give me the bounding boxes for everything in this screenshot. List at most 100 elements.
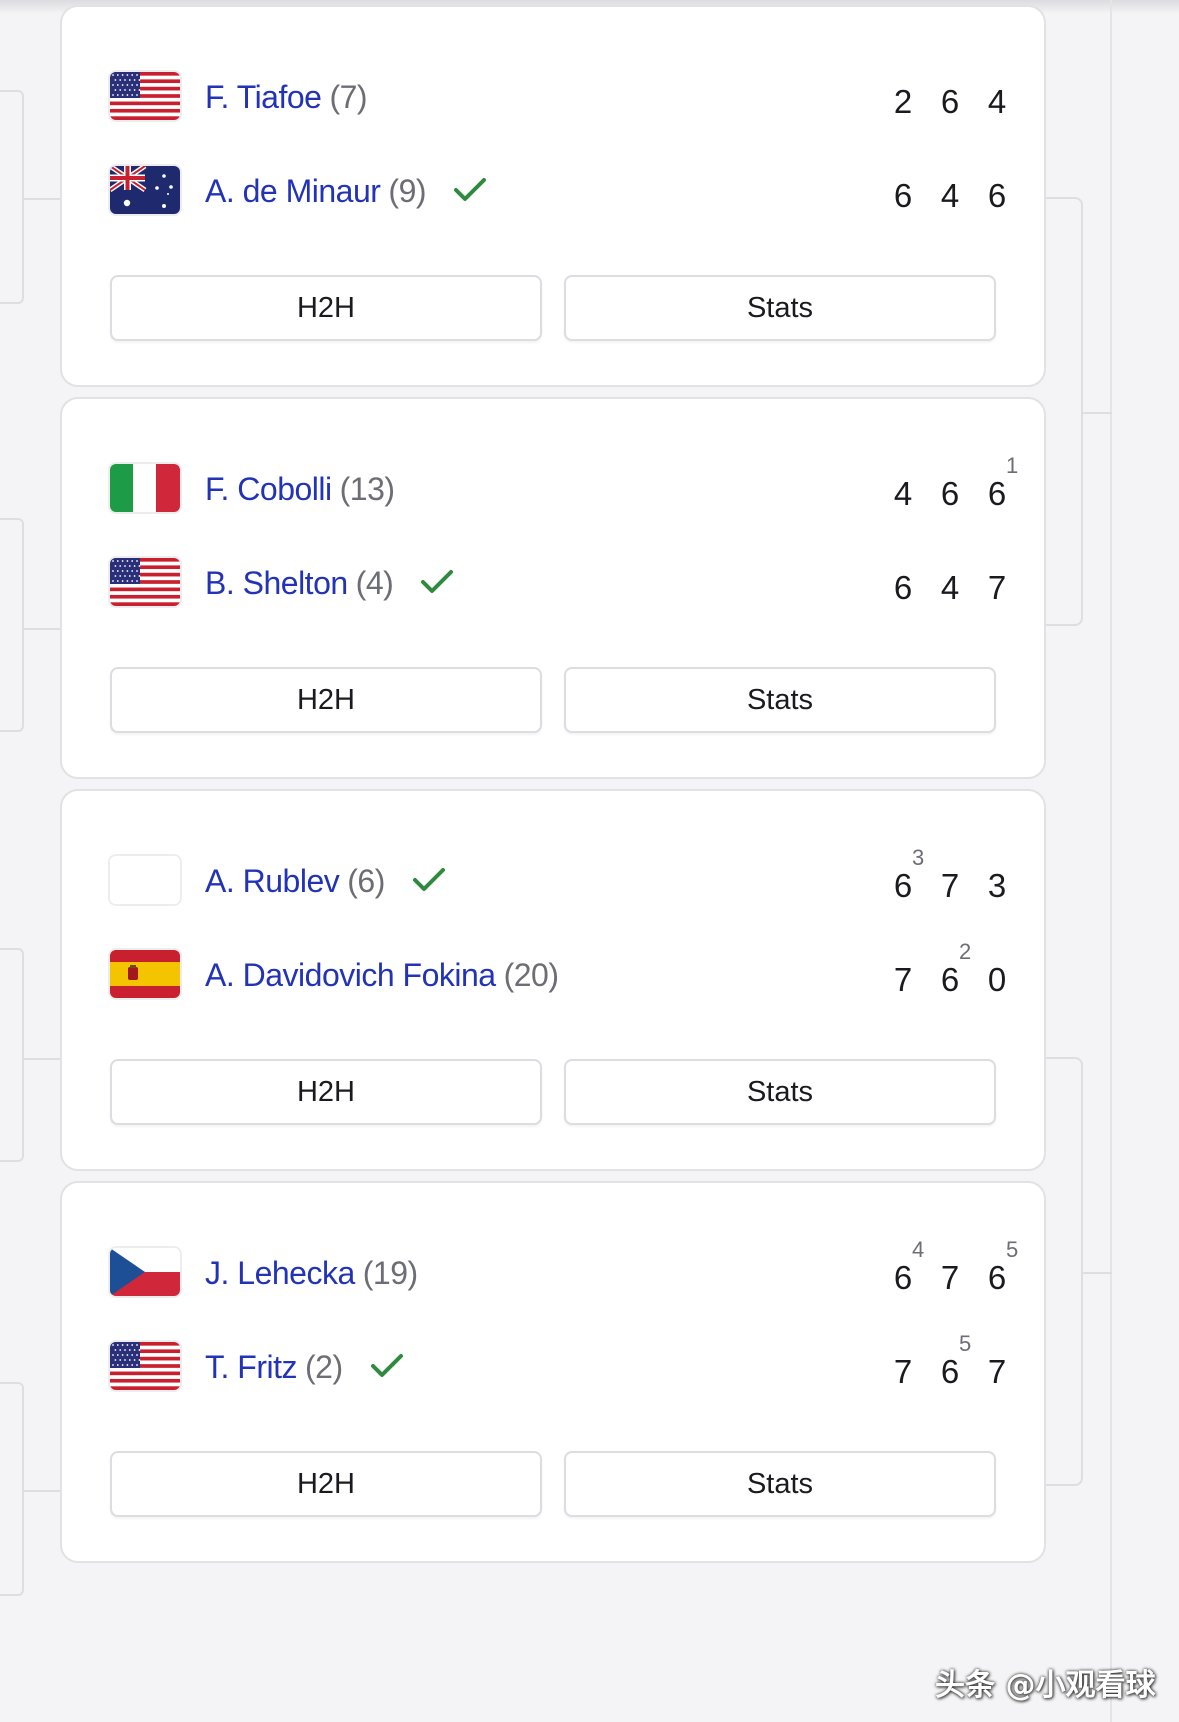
- h2h-button[interactable]: H2H: [110, 1059, 542, 1125]
- set-score: 6: [935, 475, 965, 513]
- set-games: 6: [940, 1353, 960, 1390]
- set-score: 65: [982, 1237, 1018, 1297]
- set-games: 4: [940, 177, 960, 214]
- player-name[interactable]: F. Tiafoe (7): [205, 79, 368, 116]
- watermark: 头条 @小观看球: [935, 1668, 1156, 1703]
- tiebreak-score: 5: [959, 1331, 972, 1356]
- player-row: B. Shelton (4) 6 4 7: [110, 553, 1010, 613]
- set-score: 7: [888, 1353, 918, 1391]
- stats-button[interactable]: Stats: [564, 1451, 996, 1517]
- player-row: A. de Minaur (9) 6 4 6: [110, 161, 1010, 221]
- player-name[interactable]: A. de Minaur (9): [205, 173, 488, 210]
- set-score: 4: [982, 83, 1012, 121]
- player-name[interactable]: J. Lehecka (19): [205, 1255, 418, 1292]
- player-row: F. Cobolli (13) 4 6 6 1: [110, 453, 1018, 519]
- tiebreak-score: 3: [912, 845, 925, 870]
- czech-flag: [110, 1248, 180, 1296]
- player-name-text[interactable]: B. Shelton: [205, 565, 348, 601]
- set-score: 4: [935, 177, 965, 215]
- match-card: F. Tiafoe (7) 2 6 4 A. de Minaur (9) 6 4 6 H2H Stat…: [60, 5, 1046, 387]
- set-games: 7: [987, 569, 1007, 606]
- player-row: T. Fritz (2) 7 6 5 7: [110, 1331, 1012, 1397]
- set-score: 4: [935, 569, 965, 607]
- player-seed: (9): [388, 173, 427, 209]
- player-seed: (19): [362, 1255, 418, 1291]
- h2h-button[interactable]: H2H: [110, 1451, 542, 1517]
- player-name-text[interactable]: T. Fritz: [205, 1349, 297, 1385]
- player-row: A. Rublev (6) 6 3 7 3: [110, 845, 1012, 911]
- h2h-button[interactable]: H2H: [110, 667, 542, 733]
- h2h-button[interactable]: H2H: [110, 275, 542, 341]
- set-score: 7: [888, 961, 918, 999]
- set-score: 7: [982, 569, 1012, 607]
- set-games: 4: [940, 569, 960, 606]
- set-games: 7: [940, 867, 960, 904]
- set-games: 6: [893, 867, 913, 904]
- set-score: 4: [888, 475, 918, 513]
- player-name[interactable]: T. Fritz (2): [205, 1349, 405, 1386]
- set-games: 7: [893, 961, 913, 998]
- set-games: 6: [940, 83, 960, 120]
- set-games: 6: [987, 1259, 1007, 1296]
- bracket-connector-stub: [1081, 1272, 1112, 1274]
- player-name[interactable]: A. Davidovich Fokina (20): [205, 957, 559, 994]
- set-games: 7: [987, 1353, 1007, 1390]
- set-games: 3: [987, 867, 1007, 904]
- spain-flag: [110, 950, 180, 998]
- tiebreak-score: 4: [912, 1237, 925, 1262]
- stats-button[interactable]: Stats: [564, 667, 996, 733]
- check-icon: [452, 175, 488, 205]
- player-seed: (20): [503, 957, 559, 993]
- match-card: J. Lehecka (19) 6 4 7 6 5 T. Fritz (2) 7 6 5 7 H2H Sta…: [60, 1181, 1046, 1563]
- set-games: 6: [893, 1259, 913, 1296]
- player-name-text[interactable]: F. Tiafoe: [205, 79, 322, 115]
- bracket-connector-right: [1045, 1057, 1083, 1486]
- check-icon: [419, 567, 455, 597]
- bracket-connector-left: [0, 1382, 24, 1596]
- set-score: 6: [888, 569, 918, 607]
- bracket-connector-stub: [1081, 412, 1112, 414]
- australia-flag: [110, 166, 180, 214]
- player-name-text[interactable]: A. Davidovich Fokina: [205, 957, 496, 993]
- player-seed: (4): [355, 565, 394, 601]
- bracket-connector-stub: [22, 198, 60, 200]
- player-name-text[interactable]: F. Cobolli: [205, 471, 332, 507]
- check-icon: [411, 865, 447, 895]
- set-score: 7: [935, 1259, 965, 1297]
- tiebreak-score: 5: [1006, 1237, 1019, 1262]
- set-games: 4: [987, 83, 1007, 120]
- player-name[interactable]: A. Rublev (6): [205, 863, 447, 900]
- match-card: F. Cobolli (13) 4 6 6 1 B. Shelton (4) 6 4 7 H2H Sta…: [60, 397, 1046, 779]
- player-seed: (6): [347, 863, 385, 899]
- tiebreak-score: 1: [1006, 453, 1019, 478]
- bracket-divider-line: [1110, 0, 1112, 1722]
- set-games: 6: [940, 475, 960, 512]
- match-card: A. Rublev (6) 6 3 7 3 A. Davidovich Fokina (20)…: [60, 789, 1046, 1171]
- set-games: 7: [940, 1259, 960, 1296]
- set-games: 6: [893, 569, 913, 606]
- set-score: 3: [982, 867, 1012, 905]
- set-score: 0: [982, 961, 1012, 999]
- player-name-text[interactable]: J. Lehecka: [205, 1255, 355, 1291]
- set-score: 7: [982, 1353, 1012, 1391]
- player-name[interactable]: F. Cobolli (13): [205, 471, 395, 508]
- set-score: 2: [888, 83, 918, 121]
- set-games: 6: [940, 961, 960, 998]
- stats-button[interactable]: Stats: [564, 1059, 996, 1125]
- player-name-text[interactable]: A. de Minaur: [205, 173, 381, 209]
- player-name-text[interactable]: A. Rublev: [205, 863, 340, 899]
- stats-button[interactable]: Stats: [564, 275, 996, 341]
- usa-flag: [110, 72, 180, 120]
- set-score: 7: [935, 867, 965, 905]
- bracket-connector-stub: [22, 1490, 60, 1492]
- set-score: 6: [888, 177, 918, 215]
- set-score: 6: [935, 83, 965, 121]
- blank-flag: [110, 856, 180, 904]
- set-score: 62: [935, 939, 971, 999]
- player-row: J. Lehecka (19) 6 4 7 6 5: [110, 1237, 1018, 1303]
- usa-flag: [110, 1342, 180, 1390]
- player-name[interactable]: B. Shelton (4): [205, 565, 455, 602]
- check-icon: [369, 1351, 405, 1381]
- tiebreak-score: 2: [959, 939, 972, 964]
- set-games: 6: [987, 475, 1007, 512]
